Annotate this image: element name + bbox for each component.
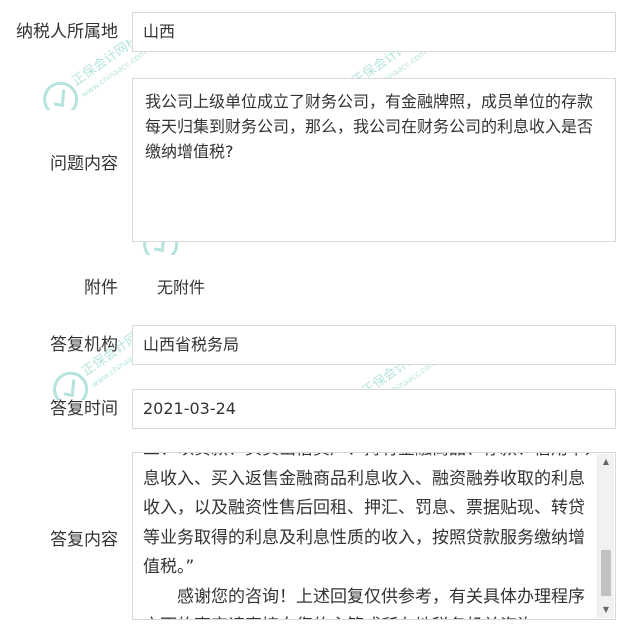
answer-content: 三、以贷款、买卖出借资产、持有金融商品、存款、信用卡透支等利 息收入、买入返售金…: [143, 453, 589, 620]
answer-label: 答复内容: [50, 530, 118, 550]
question-textarea[interactable]: 我公司上级单位成立了财务公司，有金融牌照，成员单位的存款每天归集到财务公司，那么…: [132, 78, 616, 242]
question-label: 问题内容: [50, 154, 118, 174]
answer-textarea[interactable]: 三、以贷款、买卖出借资产、持有金融商品、存款、信用卡透支等利 息收入、买入返售金…: [132, 452, 616, 620]
answer-paragraph: 息收入、买入返售金融商品利息收入、融资融券收取的利息收入，以及融资性售后回租、押…: [143, 468, 585, 578]
scroll-down-arrow-icon[interactable]: ▼: [598, 602, 614, 618]
agency-label: 答复机构: [50, 335, 118, 355]
date-label: 答复时间: [50, 399, 118, 419]
scroll-thumb[interactable]: [601, 550, 611, 596]
answer-closing: 感谢您的咨询！上述回复仅供参考，有关具体办理程序方面的事宜请直接向您的主管或所在…: [143, 586, 585, 620]
region-field[interactable]: 山西: [132, 12, 616, 52]
answer-scrollbar[interactable]: ▲ ▼: [597, 454, 614, 618]
answer-partial-line: 三、以贷款、买卖出借资产、持有金融商品、存款、信用卡透支等利: [143, 453, 589, 465]
date-field[interactable]: 2021-03-24: [132, 389, 616, 429]
scroll-up-arrow-icon[interactable]: ▲: [598, 454, 614, 470]
region-label: 纳税人所属地: [16, 22, 118, 42]
attachment-label: 附件: [84, 278, 118, 298]
agency-field[interactable]: 山西省税务局: [132, 325, 616, 365]
attachment-value: 无附件: [157, 278, 206, 297]
